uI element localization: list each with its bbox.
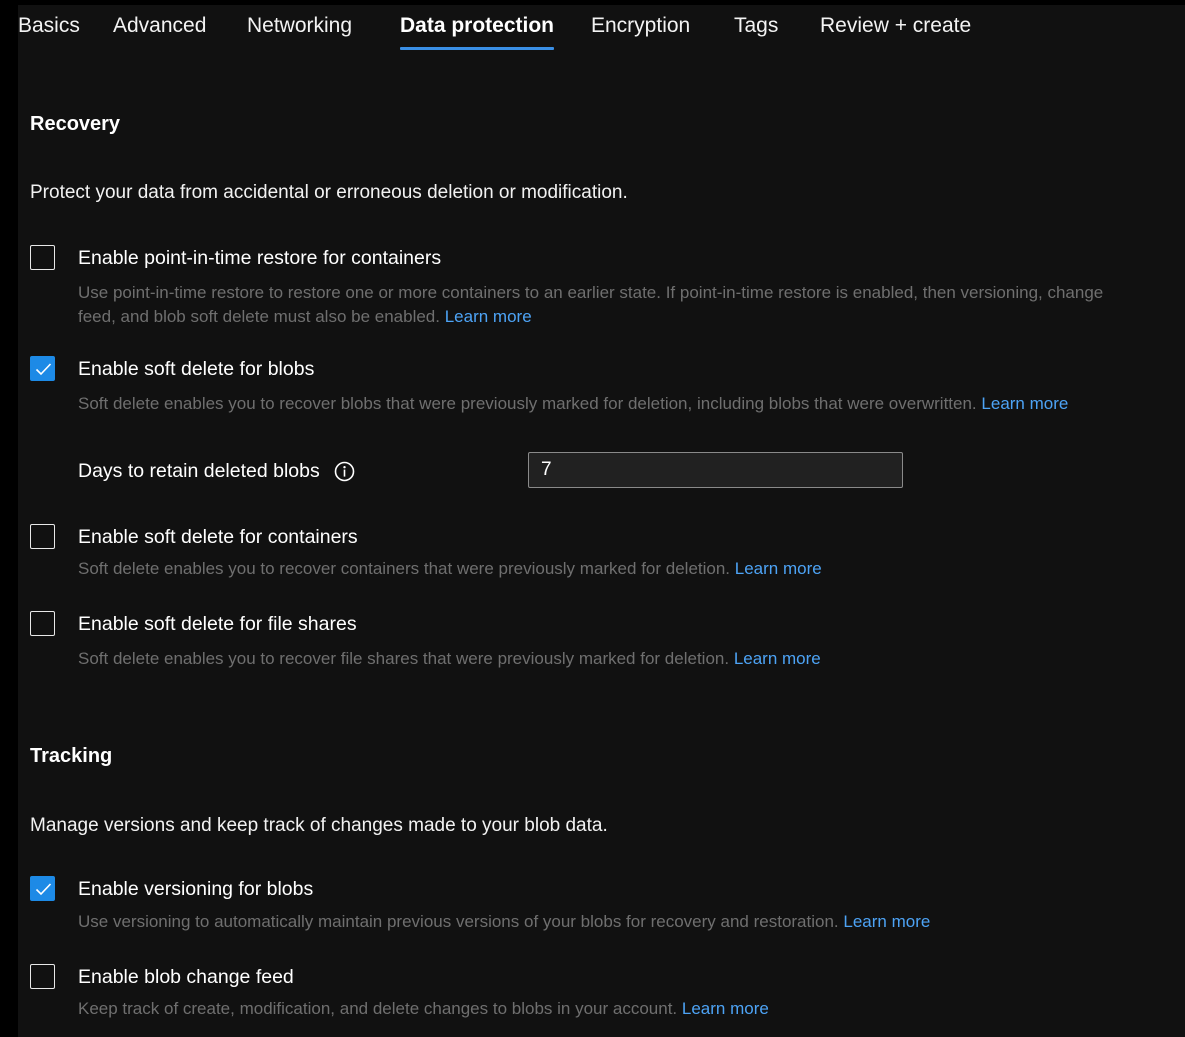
versioning-label: Enable versioning for blobs (78, 878, 314, 900)
soft-delete-containers-label: Enable soft delete for containers (78, 526, 358, 548)
tab-basics[interactable]: Basics (18, 12, 80, 40)
tab-data-protection-label: Data protection (400, 14, 555, 37)
option-soft-delete-blobs: Enable soft delete for blobs Soft delete… (30, 356, 1130, 436)
data-protection-page: Basics Advanced Networking Data protecti… (0, 0, 1185, 1037)
change-feed-label: Enable blob change feed (78, 966, 294, 988)
versioning-checkbox[interactable] (30, 876, 55, 901)
soft-delete-blobs-label: Enable soft delete for blobs (78, 358, 315, 380)
soft-delete-blobs-help-text: Soft delete enables you to recover blobs… (78, 394, 977, 413)
tab-networking[interactable]: Networking (247, 12, 352, 40)
tracking-description: Manage versions and keep track of change… (30, 815, 608, 836)
tab-review-create[interactable]: Review + create (820, 12, 971, 40)
versioning-help: Use versioning to automatically maintain… (78, 910, 1118, 934)
soft-delete-containers-learn-more-link[interactable]: Learn more (735, 559, 822, 578)
active-tab-indicator (400, 47, 555, 50)
versioning-help-text: Use versioning to automatically maintain… (78, 912, 839, 931)
tab-tags[interactable]: Tags (734, 12, 778, 40)
soft-delete-blobs-help: Soft delete enables you to recover blobs… (78, 392, 1118, 416)
change-feed-help-text: Keep track of create, modification, and … (78, 999, 678, 1018)
tab-data-protection[interactable]: Data protection (400, 12, 555, 50)
soft-delete-blobs-learn-more-link[interactable]: Learn more (981, 394, 1068, 413)
point-in-time-restore-learn-more-link[interactable]: Learn more (445, 307, 532, 326)
tab-encryption[interactable]: Encryption (591, 12, 690, 40)
point-in-time-restore-help-text: Use point-in-time restore to restore one… (78, 283, 1104, 326)
option-soft-delete-file-shares: Enable soft delete for file shares Soft … (30, 611, 1130, 671)
tracking-heading: Tracking (30, 745, 113, 767)
soft-delete-containers-help: Soft delete enables you to recover conta… (78, 557, 1118, 581)
soft-delete-file-shares-help-text: Soft delete enables you to recover file … (78, 649, 730, 668)
info-circle-icon[interactable] (334, 461, 355, 482)
option-change-feed: Enable blob change feed Keep track of cr… (30, 964, 1130, 1024)
soft-delete-file-shares-learn-more-link[interactable]: Learn more (734, 649, 821, 668)
point-in-time-restore-help: Use point-in-time restore to restore one… (78, 281, 1118, 329)
change-feed-checkbox[interactable] (30, 964, 55, 989)
retain-days-label: Days to retain deleted blobs (78, 460, 320, 482)
retain-days-row: Days to retain deleted blobs (78, 452, 908, 490)
soft-delete-containers-checkbox[interactable] (30, 524, 55, 549)
retain-days-input[interactable] (528, 452, 903, 488)
option-soft-delete-containers: Enable soft delete for containers Soft d… (30, 524, 1130, 584)
versioning-learn-more-link[interactable]: Learn more (843, 912, 930, 931)
option-versioning: Enable versioning for blobs Use versioni… (30, 876, 1130, 936)
recovery-description: Protect your data from accidental or err… (30, 182, 628, 203)
soft-delete-containers-help-text: Soft delete enables you to recover conta… (78, 559, 731, 578)
option-point-in-time-restore: Enable point-in-time restore for contain… (30, 245, 1130, 326)
point-in-time-restore-label: Enable point-in-time restore for contain… (78, 247, 442, 269)
soft-delete-file-shares-checkbox[interactable] (30, 611, 55, 636)
soft-delete-file-shares-label: Enable soft delete for file shares (78, 613, 357, 635)
tab-advanced[interactable]: Advanced (113, 12, 206, 40)
checkmark-icon (35, 363, 52, 376)
recovery-heading: Recovery (30, 113, 121, 135)
change-feed-help: Keep track of create, modification, and … (78, 997, 1118, 1021)
top-edge (0, 0, 1185, 5)
soft-delete-blobs-checkbox[interactable] (30, 356, 55, 381)
point-in-time-restore-checkbox[interactable] (30, 245, 55, 270)
checkmark-icon (35, 883, 52, 896)
change-feed-learn-more-link[interactable]: Learn more (682, 999, 769, 1018)
left-edge (0, 0, 18, 1037)
soft-delete-file-shares-help: Soft delete enables you to recover file … (78, 647, 1118, 671)
